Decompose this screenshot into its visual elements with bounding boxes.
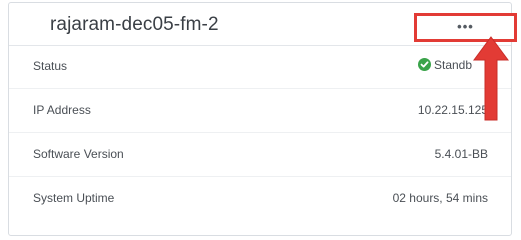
status-text: Standb <box>434 58 473 72</box>
ip-address-label: IP Address <box>33 103 91 117</box>
software-version-label: Software Version <box>33 147 124 161</box>
ip-address-row: IP Address 10.22.15.125 <box>9 89 511 133</box>
system-uptime-value: 02 hours, 54 mins <box>392 191 488 205</box>
software-version-row: Software Version 5.4.01-BB <box>9 133 511 177</box>
software-version-value: 5.4.01-BB <box>434 147 488 161</box>
ellipsis-icon: ••• <box>457 19 474 34</box>
system-uptime-row: System Uptime 02 hours, 54 mins <box>9 177 511 221</box>
check-circle-icon <box>418 58 431 71</box>
screenshot-stage: rajaram-dec05-fm-2 ••• Status Standb IP … <box>0 0 521 240</box>
status-value: Standb <box>418 58 472 72</box>
card-header: rajaram-dec05-fm-2 ••• <box>9 3 517 46</box>
device-card: rajaram-dec05-fm-2 ••• Status Standb IP … <box>8 2 517 236</box>
status-label: Status <box>33 59 68 73</box>
device-name-title: rajaram-dec05-fm-2 <box>50 14 219 35</box>
arrow-up-icon <box>473 36 509 121</box>
status-row: Status Standb <box>9 45 511 89</box>
system-uptime-label: System Uptime <box>33 191 115 205</box>
